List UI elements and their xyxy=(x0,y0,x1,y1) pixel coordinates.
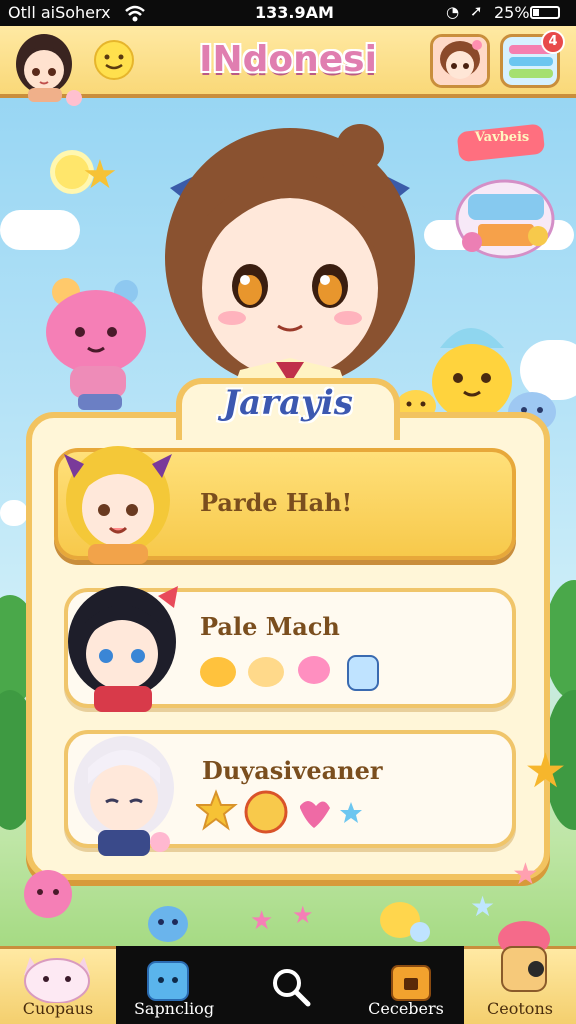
nav-label: Ceotons xyxy=(487,999,553,1018)
reward-icons-row xyxy=(196,789,362,834)
nav-tab-cecebers[interactable]: Cecebers xyxy=(348,946,464,1024)
chest-icon xyxy=(391,965,431,1001)
bot-icon xyxy=(147,961,189,1001)
black-hair-character-portrait xyxy=(68,586,178,712)
pink-blob-icon xyxy=(24,870,72,918)
pink-pet-character[interactable] xyxy=(30,262,162,412)
carrier-text: Otll aiSoherx xyxy=(8,3,111,22)
pink-star-icon: ★ xyxy=(292,901,314,929)
nav-tab-cuopaus[interactable]: Cuopaus xyxy=(0,946,116,1024)
pink-star-icon: ★ xyxy=(250,906,274,936)
cat-icon xyxy=(24,957,90,1003)
battery-icon xyxy=(530,6,560,19)
game-title: INdonesi xyxy=(199,39,377,80)
pet-items-row xyxy=(200,655,379,691)
mascot-icon xyxy=(498,921,550,992)
pink-star-icon: ★ xyxy=(512,857,539,892)
nav-label: Sapncliog xyxy=(133,999,215,1018)
nav-label: Cecebers xyxy=(368,999,444,1018)
friend-avatar xyxy=(433,37,487,85)
panel-title: Jarayis xyxy=(223,383,353,423)
shop-sign: Vavbeis xyxy=(474,130,530,145)
alarm-icon: ◔ xyxy=(446,3,460,21)
search-icon xyxy=(273,969,311,1007)
cloud xyxy=(0,210,80,250)
shop-promo-icon[interactable] xyxy=(420,124,570,264)
player-avatar[interactable] xyxy=(8,28,84,108)
status-bar: Otll aiSoherx 133.9AM ◔ ➚ 25% xyxy=(0,0,576,26)
blue-star-icon: ★ xyxy=(470,890,496,923)
card-label: Duyasiveaner xyxy=(202,756,383,785)
cloud xyxy=(0,500,28,526)
battery-percent: 25% xyxy=(494,3,530,22)
nav-label: Cuopaus xyxy=(22,999,94,1018)
card-label: Pale Mach xyxy=(200,612,340,641)
star-icon: ★ xyxy=(82,152,118,198)
blonde-character-portrait xyxy=(64,446,172,564)
star-icon: ★ xyxy=(524,743,568,799)
clock: 133.9AM xyxy=(255,3,334,22)
nav-tab-search[interactable] xyxy=(232,946,348,1024)
location-icon: ➚ xyxy=(470,2,483,20)
nav-tab-ceotons[interactable]: Ceotons xyxy=(464,921,576,1024)
chick-flower-icon xyxy=(380,902,430,942)
card-label: Parde Hah! xyxy=(200,488,353,517)
top-header: INdonesi 4 xyxy=(0,26,576,106)
blue-blob-small-icon xyxy=(148,906,188,942)
main-character[interactable] xyxy=(150,108,430,398)
wifi-icon xyxy=(125,5,145,22)
notification-badge: 4 xyxy=(541,30,565,54)
nav-tab-sapncliog[interactable]: Sapncliog xyxy=(116,946,232,1024)
white-hair-character-portrait xyxy=(74,736,174,856)
friend-avatar-button[interactable] xyxy=(430,34,490,88)
smiley-emote-icon[interactable] xyxy=(92,38,136,82)
